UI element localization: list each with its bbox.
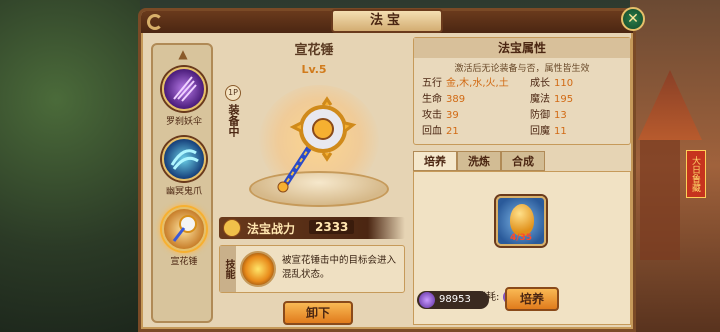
equip-status: 1P 装备中 bbox=[225, 85, 241, 155]
unequip-button[interactable]: 卸下 bbox=[283, 301, 353, 325]
currency-icon bbox=[419, 292, 435, 308]
attribute-key: 魔法 bbox=[530, 94, 550, 105]
player-badge: 1P bbox=[225, 85, 241, 101]
attribute-key: 回血 bbox=[422, 126, 442, 137]
footer: 98953 培养 bbox=[413, 287, 631, 311]
treasure-window: 法宝 ✕ ▲ 罗刹妖伞 幽冥鬼爪 宣花锤 宣花锤 Lv.5 1P 装备中 法宝战… bbox=[138, 7, 645, 332]
tab-train[interactable]: 培养 bbox=[413, 151, 457, 171]
sidebar-item-hammer[interactable]: 宣花锤 bbox=[161, 207, 207, 267]
attribute-value: 110 bbox=[554, 78, 574, 89]
attribute-value: 13 bbox=[554, 110, 567, 121]
treasure-list: ▲ 罗刹妖伞 幽冥鬼爪 宣花锤 bbox=[151, 43, 213, 323]
currency-display: 98953 bbox=[417, 291, 489, 309]
treasure-name: 宣花锤 bbox=[294, 43, 334, 58]
attribute-box: 法宝属性 激活后无论装备与否，属性皆生效 五行 金,木,水,火,土 成长 110… bbox=[413, 37, 631, 145]
attribute-row: 攻击 39 防御 13 bbox=[420, 108, 624, 124]
tab-bar: 培养 洗炼 合成 bbox=[413, 151, 545, 171]
material-slot[interactable]: 4/35 bbox=[496, 196, 546, 246]
claw-icon bbox=[162, 137, 206, 181]
attribute-value: 39 bbox=[446, 110, 459, 121]
sidebar-item-umbrella[interactable]: 罗刹妖伞 bbox=[161, 67, 207, 127]
skill-description: 被宣花锤击中的目标会进入混乱状态。 bbox=[282, 255, 397, 280]
attribute-value: 389 bbox=[446, 94, 466, 105]
attribute-value: 21 bbox=[446, 126, 459, 137]
title-bar: 法宝 bbox=[141, 9, 633, 33]
attribute-row: 回血 21 回魔 11 bbox=[420, 124, 624, 140]
sidebar-item-label: 宣花锤 bbox=[170, 257, 198, 267]
hammer-icon bbox=[277, 96, 357, 193]
sidebar-item-label: 罗刹妖伞 bbox=[165, 117, 202, 127]
currency-amount: 98953 bbox=[439, 294, 471, 305]
close-button[interactable]: ✕ bbox=[621, 7, 645, 31]
power-value: 2333 bbox=[309, 220, 355, 234]
attribute-key: 攻击 bbox=[422, 110, 442, 121]
umbrella-icon bbox=[162, 67, 206, 111]
background-pillar bbox=[640, 140, 680, 260]
hammer-icon bbox=[162, 207, 206, 251]
power-icon bbox=[223, 219, 241, 237]
attribute-value: 金,木,水,火,土 bbox=[446, 78, 509, 89]
sidebar-item-label: 幽冥鬼爪 bbox=[165, 187, 202, 197]
attribute-note: 激活后无论装备与否，属性皆生效 bbox=[454, 64, 590, 74]
treasure-level: Lv.5 bbox=[301, 63, 327, 76]
attribute-title: 法宝属性 bbox=[414, 38, 630, 58]
attribute-value: 11 bbox=[554, 126, 567, 137]
tab-refine[interactable]: 洗炼 bbox=[457, 151, 501, 171]
equip-status-label: 装备中 bbox=[227, 104, 240, 137]
egg-icon bbox=[510, 204, 534, 236]
skill-tag: 技能 bbox=[220, 246, 236, 292]
tab-combine[interactable]: 合成 bbox=[501, 151, 545, 171]
attribute-row: 生命 389 魔法 195 bbox=[420, 92, 624, 108]
material-count: 4/35 bbox=[509, 233, 533, 243]
attribute-key: 生命 bbox=[422, 94, 442, 105]
attribute-panel: 法宝属性 激活后无论装备与否，属性皆生效 五行 金,木,水,火,土 成长 110… bbox=[413, 37, 631, 325]
treasure-detail: 宣花锤 Lv.5 1P 装备中 法宝战力 2333 技能 被宣花锤击中的目标会进… bbox=[219, 35, 409, 327]
power-bar: 法宝战力 2333 bbox=[219, 217, 405, 239]
background-sign: 大日鲁藏 bbox=[686, 150, 706, 198]
skill-icon[interactable] bbox=[240, 251, 276, 287]
power-label: 法宝战力 bbox=[247, 222, 296, 236]
ornament-icon bbox=[147, 14, 163, 30]
attribute-key: 防御 bbox=[530, 110, 550, 121]
train-button[interactable]: 培养 bbox=[505, 287, 559, 311]
attribute-key: 回魔 bbox=[530, 126, 550, 137]
background-forest bbox=[0, 0, 140, 332]
attribute-key: 成长 bbox=[530, 78, 550, 89]
close-icon: ✕ bbox=[627, 11, 639, 27]
scroll-up-icon[interactable]: ▲ bbox=[173, 47, 193, 61]
window-title: 法宝 bbox=[331, 9, 443, 33]
attribute-key: 五行 bbox=[422, 78, 442, 89]
attribute-grid: 五行 金,木,水,火,土 成长 110 生命 389 魔法 195 攻击 39 … bbox=[420, 76, 624, 140]
attribute-row: 五行 金,木,水,火,土 成长 110 bbox=[420, 76, 624, 92]
sidebar-item-claw[interactable]: 幽冥鬼爪 bbox=[161, 137, 207, 197]
attribute-value: 195 bbox=[554, 94, 574, 105]
skill-box: 技能 被宣花锤击中的目标会进入混乱状态。 bbox=[219, 245, 405, 293]
